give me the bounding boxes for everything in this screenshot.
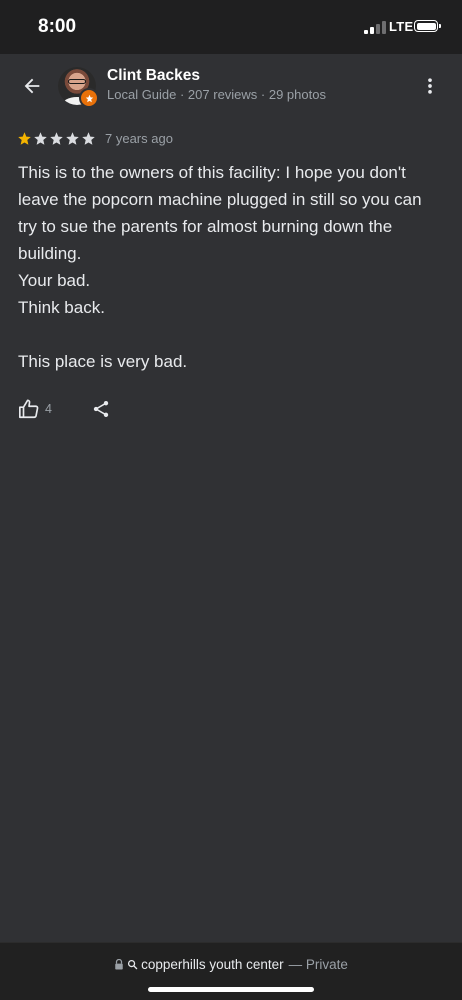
review-paragraph: This place is very bad. xyxy=(18,352,188,371)
arrow-back-icon xyxy=(24,78,40,94)
star-rating xyxy=(17,131,97,146)
home-indicator[interactable] xyxy=(148,987,314,992)
network-type-label: LTE xyxy=(389,19,414,34)
review-text: This is to the owners of this facility: … xyxy=(18,159,444,375)
star-empty-icon xyxy=(82,131,95,145)
review-paragraph: Your bad. xyxy=(18,271,91,290)
browser-url-bar: copperhills youth center — Private xyxy=(0,942,462,1000)
star-filled-icon xyxy=(18,131,31,145)
review-paragraph: Think back. xyxy=(18,298,105,317)
reviewer-meta: Local Guide · 207 reviews · 29 photos xyxy=(107,87,326,102)
star-empty-icon xyxy=(66,131,79,145)
rating-row: 7 years ago xyxy=(17,129,173,147)
star-empty-icon xyxy=(50,131,63,145)
overflow-menu-button[interactable] xyxy=(414,70,446,102)
url-display[interactable]: copperhills youth center — Private xyxy=(0,957,462,972)
url-private-label: — Private xyxy=(288,957,348,972)
review-paragraph: This is to the owners of this facility: … xyxy=(18,163,422,263)
status-time: 8:00 xyxy=(38,16,77,37)
star-empty-icon xyxy=(34,131,47,145)
review-time: 7 years ago xyxy=(105,130,173,146)
like-count: 4 xyxy=(45,402,52,416)
share-button[interactable] xyxy=(90,396,112,422)
back-button[interactable] xyxy=(14,68,50,104)
like-button[interactable]: 4 xyxy=(18,396,52,422)
url-site-text: copperhills youth center xyxy=(141,957,284,972)
more-vert-icon xyxy=(428,78,432,94)
lock-icon xyxy=(115,959,123,970)
thumb-up-icon xyxy=(19,399,39,419)
local-guide-badge-icon xyxy=(79,88,99,108)
battery-icon xyxy=(414,20,441,32)
reviewer-name[interactable]: Clint Backes xyxy=(107,67,200,85)
search-icon xyxy=(128,959,138,970)
share-icon xyxy=(93,401,109,417)
cell-signal-icon xyxy=(364,21,386,34)
review-header: Clint Backes Local Guide · 207 reviews ·… xyxy=(0,54,462,118)
status-bar: 8:00 LTE xyxy=(0,0,462,54)
